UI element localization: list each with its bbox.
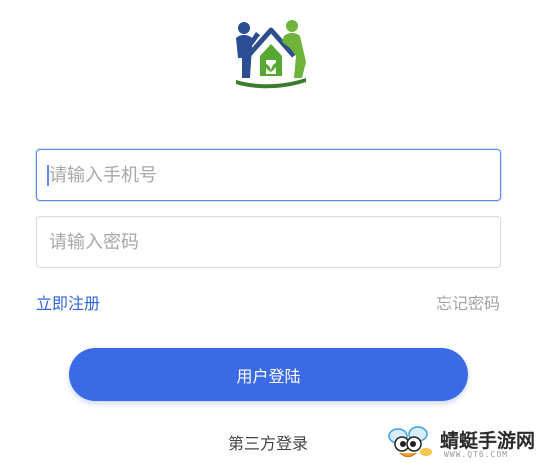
- watermark-url: WWW.QT6.COM: [444, 450, 508, 459]
- watermark-text: 蜻蜓手游网: [440, 430, 536, 452]
- watermark: 蜻蜓手游网 WWW.QT6.COM: [388, 424, 536, 462]
- password-input[interactable]: [36, 216, 501, 268]
- login-button[interactable]: 用户登陆: [69, 348, 468, 401]
- family-house-logo-icon: [236, 20, 306, 89]
- dragonfly-mascot-icon: [388, 426, 432, 458]
- register-link[interactable]: 立即注册: [36, 290, 100, 314]
- forgot-password-link[interactable]: 忘记密码: [436, 290, 500, 314]
- phone-input[interactable]: [36, 149, 501, 201]
- text-cursor: [47, 165, 49, 186]
